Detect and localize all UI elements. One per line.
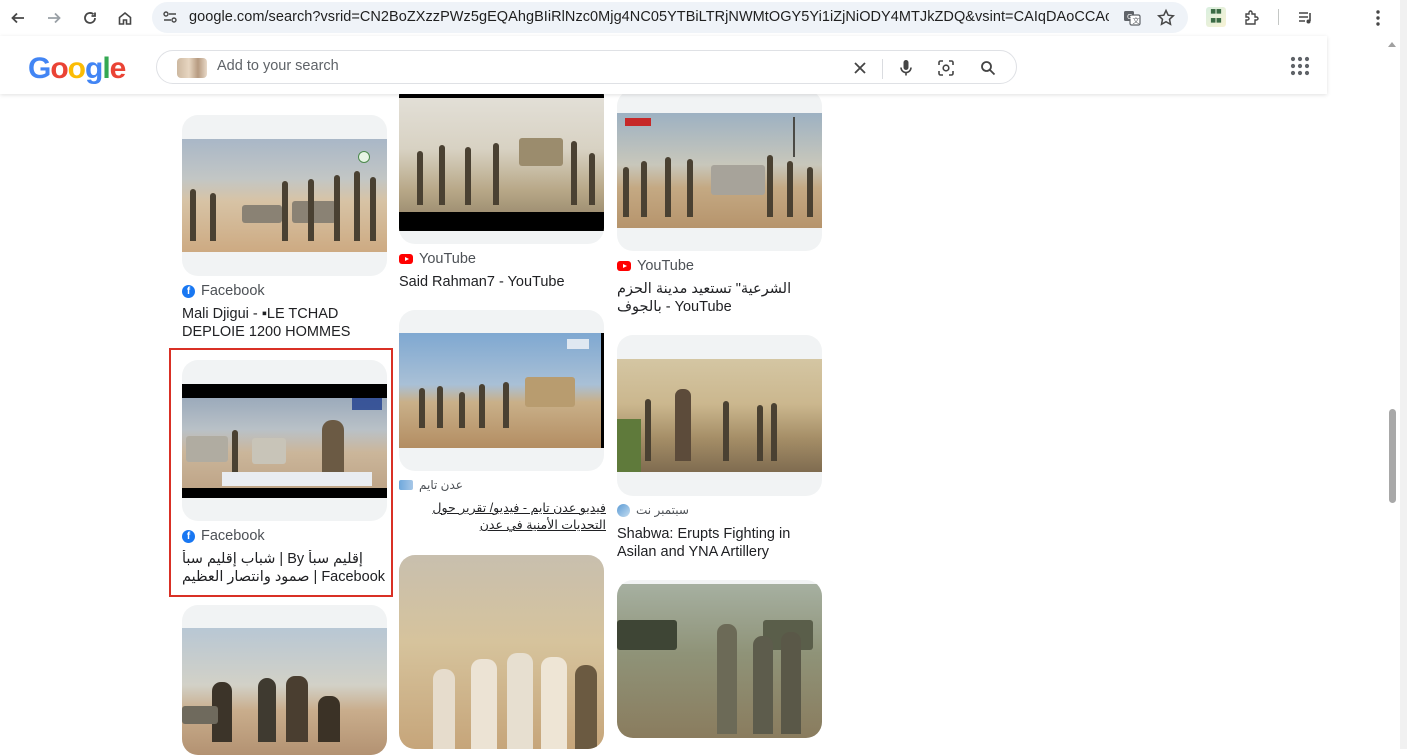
extension-icon[interactable] [1240, 6, 1264, 30]
back-icon[interactable] [6, 6, 30, 30]
result-source[interactable]: سبتمبر نت [617, 503, 689, 517]
site-info-icon[interactable] [162, 9, 178, 25]
more-icon[interactable] [1366, 6, 1390, 30]
mic-icon[interactable] [895, 57, 917, 79]
youtube-icon [617, 261, 631, 271]
search-box[interactable] [156, 50, 1017, 84]
reload-icon[interactable] [78, 6, 102, 30]
image-result-card[interactable] [399, 80, 604, 244]
result-title[interactable]: فيديو عدن تايم - فيديو/ تقرير حول التحدي… [399, 500, 606, 534]
image-result-card[interactable] [182, 115, 387, 276]
page-scrollbar[interactable] [1385, 36, 1400, 749]
google-header: Google [0, 36, 1327, 94]
september-net-icon [617, 503, 630, 517]
browser-toolbar: google.com/search?vsrid=CN2BoZXzzPWz5gEQ… [0, 0, 1407, 36]
result-image[interactable] [617, 113, 822, 228]
search-image-thumbnail[interactable] [177, 58, 207, 78]
scrollbar-thumb[interactable] [1389, 409, 1396, 503]
image-result-card[interactable] [617, 580, 822, 738]
result-title[interactable]: Said Rahman7 - YouTube [399, 273, 606, 291]
image-result-card[interactable] [182, 605, 387, 755]
toolbar-divider [1278, 9, 1279, 25]
header-gutter [1327, 36, 1361, 96]
youtube-icon [399, 254, 413, 264]
address-bar[interactable]: google.com/search?vsrid=CN2BoZXzzPWz5gEQ… [152, 2, 1188, 33]
facebook-icon: f [182, 284, 195, 298]
star-icon[interactable] [1156, 8, 1176, 28]
result-source[interactable]: YouTube [617, 258, 694, 274]
lens-icon[interactable] [935, 57, 957, 79]
result-image[interactable] [399, 94, 604, 231]
search-divider [882, 59, 883, 79]
result-source[interactable]: عدن تايم [399, 478, 463, 492]
selected-result-highlight [169, 348, 393, 597]
translate-icon[interactable]: G文 [1122, 8, 1142, 28]
url-text[interactable]: google.com/search?vsrid=CN2BoZXzzPWz5gEQ… [189, 9, 1109, 25]
result-source[interactable]: YouTube [399, 251, 476, 267]
image-result-card[interactable] [617, 335, 822, 496]
image-result-card[interactable] [617, 90, 822, 251]
extension-badge-icon[interactable]: ■■ ■■ [1206, 7, 1226, 27]
result-title[interactable]: الشرعية" تستعيد مدينة الحزم بالجوف - You… [617, 280, 824, 316]
result-image[interactable] [617, 359, 822, 472]
window-edge [1400, 0, 1407, 749]
forward-icon[interactable] [42, 6, 66, 30]
clear-icon[interactable] [849, 57, 871, 79]
scroll-up-icon[interactable] [1388, 42, 1396, 47]
result-image[interactable] [399, 333, 604, 448]
image-result-card[interactable] [399, 310, 604, 471]
aden-time-icon [399, 480, 413, 490]
result-source[interactable]: f Facebook [182, 283, 265, 299]
result-title[interactable]: Mali Djigui - ▪LE TCHAD DEPLOIE 1200 HOM… [182, 305, 389, 341]
search-input[interactable] [217, 58, 817, 74]
result-image[interactable] [617, 584, 822, 738]
result-title[interactable]: Shabwa: Erupts Fighting in Asilan and YN… [617, 525, 824, 561]
result-image[interactable] [182, 139, 387, 252]
result-image[interactable] [399, 555, 604, 749]
home-icon[interactable] [113, 6, 137, 30]
google-logo[interactable]: Google [28, 52, 126, 86]
search-icon[interactable] [977, 57, 999, 79]
result-image[interactable] [182, 628, 387, 755]
image-result-card[interactable] [399, 555, 604, 749]
apps-icon[interactable] [1288, 54, 1312, 78]
svg-text:文: 文 [1133, 16, 1140, 25]
media-icon[interactable] [1294, 6, 1318, 30]
